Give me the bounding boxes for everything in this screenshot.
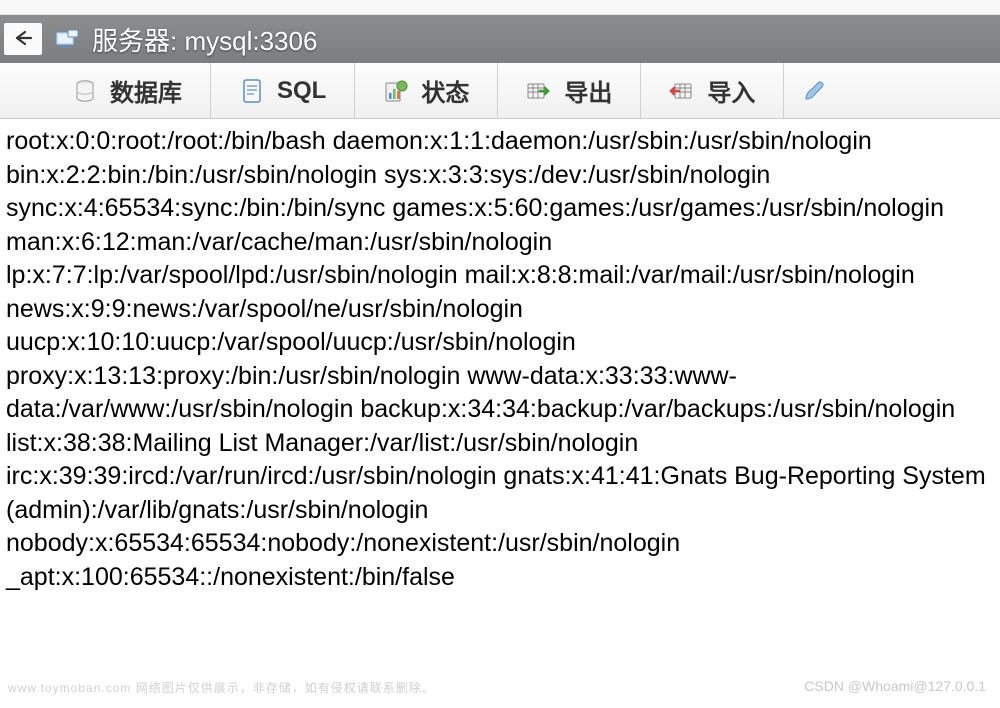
toolbar: 数据库 SQL 状态 [0, 63, 1000, 119]
tab-export-label: 导出 [564, 73, 612, 108]
export-icon [526, 78, 552, 104]
server-icon [54, 28, 80, 50]
tab-status[interactable]: 状态 [355, 63, 498, 118]
sql-icon [239, 78, 265, 104]
output-content: root:x:0:0:root:/root:/bin/bash daemon:x… [0, 119, 1000, 600]
tab-sql[interactable]: SQL [211, 63, 355, 118]
tab-more[interactable] [784, 63, 842, 118]
window-top-edge [0, 0, 1000, 15]
import-icon [669, 78, 695, 104]
tab-import-label: 导入 [707, 73, 755, 108]
tab-status-label: 状态 [421, 73, 469, 108]
tab-database-label: 数据库 [110, 73, 182, 108]
brush-icon [800, 78, 826, 104]
watermark-left: www.toymoban.com 网络图片仅供展示，非存储，如有侵权请联系删除。 [8, 679, 435, 696]
watermark-right: CSDN @Whoami@127.0.0.1 [804, 678, 986, 694]
tab-sql-label: SQL [277, 77, 326, 105]
status-icon [383, 78, 409, 104]
tab-database[interactable]: 数据库 [44, 63, 211, 118]
database-icon [72, 78, 98, 104]
arrow-left-icon [13, 25, 33, 53]
titlebar: 服务器: mysql:3306 [0, 15, 1000, 63]
tab-export[interactable]: 导出 [498, 63, 641, 118]
tab-import[interactable]: 导入 [641, 63, 784, 118]
window-title: 服务器: mysql:3306 [92, 21, 317, 58]
back-button[interactable] [4, 23, 42, 55]
